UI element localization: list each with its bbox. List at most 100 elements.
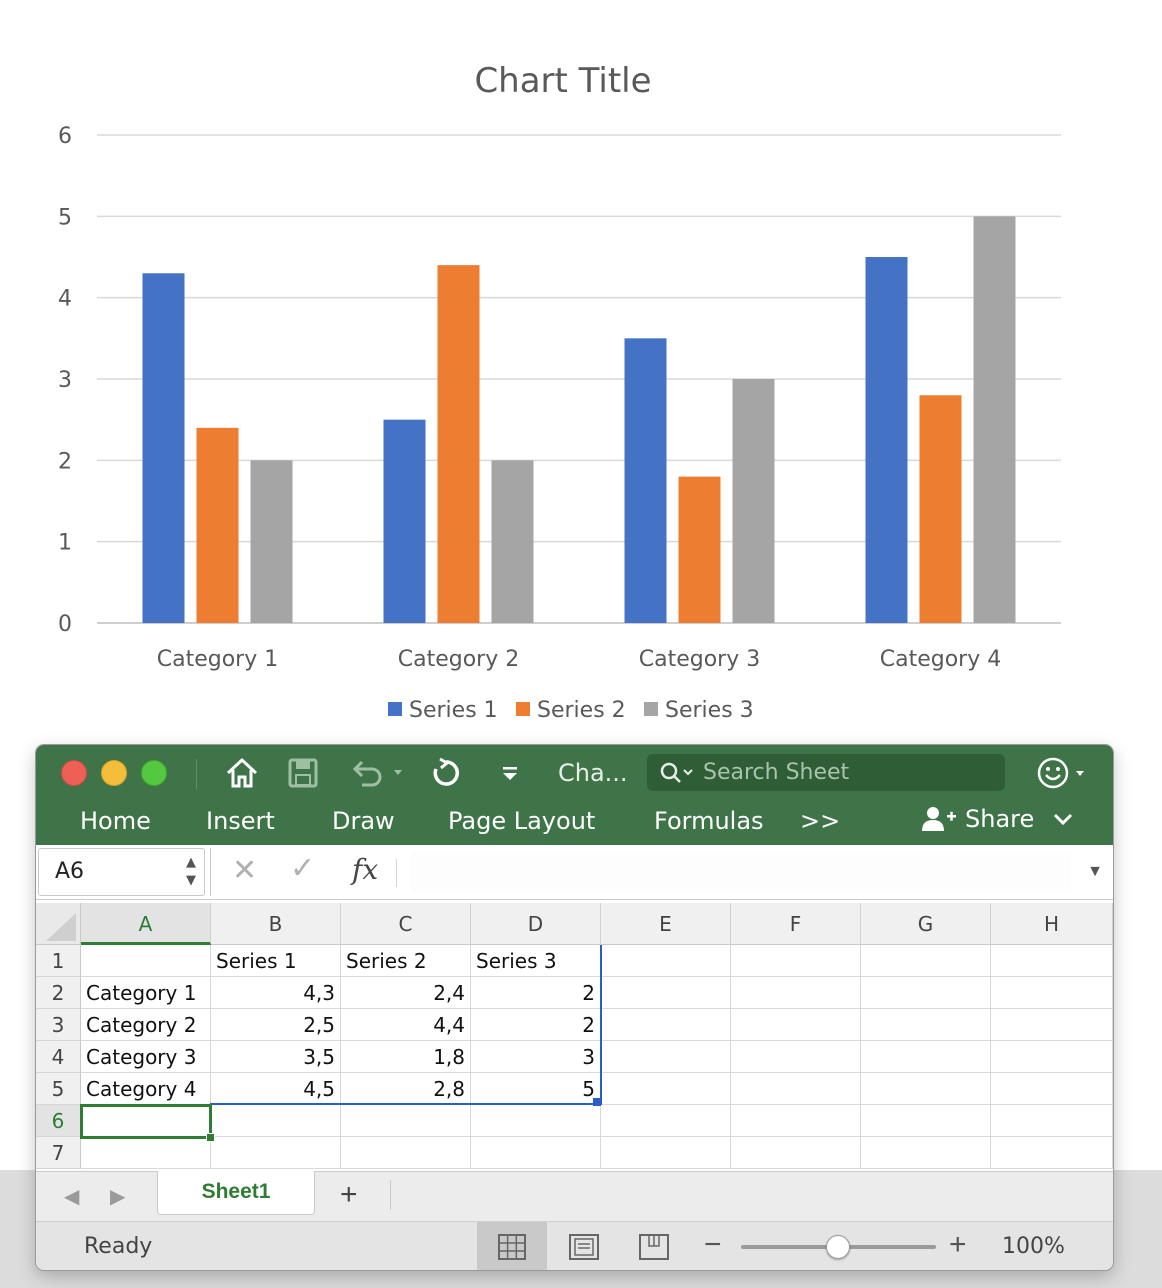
- cell-g6[interactable]: [861, 1105, 991, 1137]
- cell-a2[interactable]: Category 1: [81, 977, 211, 1009]
- save-icon[interactable]: [285, 753, 321, 793]
- add-sheet-button[interactable]: +: [340, 1178, 358, 1212]
- cell-g7[interactable]: [861, 1137, 991, 1169]
- cell-a5[interactable]: Category 4: [81, 1073, 211, 1105]
- bar-series-3-category-4[interactable]: [973, 216, 1016, 624]
- row-header-3[interactable]: 3: [36, 1009, 81, 1041]
- cell-b1[interactable]: Series 1: [211, 945, 341, 977]
- name-box-stepper-icon[interactable]: ▲ ▼: [186, 854, 196, 890]
- cell-b5[interactable]: 4,5: [211, 1073, 341, 1105]
- row-header-4[interactable]: 4: [36, 1041, 81, 1073]
- cell-h6[interactable]: [991, 1105, 1113, 1137]
- close-window-button[interactable]: [61, 760, 87, 786]
- cell-c3[interactable]: 4,4: [341, 1009, 471, 1041]
- customize-toolbar-icon[interactable]: [496, 753, 524, 793]
- column-header-a[interactable]: A: [81, 903, 211, 945]
- tab-home[interactable]: Home: [80, 807, 151, 835]
- cell-c1[interactable]: Series 2: [341, 945, 471, 977]
- page-break-view-button[interactable]: [619, 1222, 689, 1270]
- column-header-b[interactable]: B: [211, 903, 341, 945]
- zoom-out-button[interactable]: −: [704, 1228, 722, 1262]
- tab-draw[interactable]: Draw: [332, 807, 395, 835]
- next-sheet-icon[interactable]: ▶: [110, 1184, 125, 1209]
- cell-f6[interactable]: [731, 1105, 861, 1137]
- cell-f3[interactable]: [731, 1009, 861, 1041]
- cell-a7[interactable]: [81, 1137, 211, 1169]
- range-resize-handle[interactable]: [593, 1098, 601, 1106]
- column-header-g[interactable]: G: [861, 903, 991, 945]
- more-tabs-button[interactable]: >>: [800, 807, 840, 835]
- cell-f7[interactable]: [731, 1137, 861, 1169]
- bar-series-1-category-3[interactable]: [624, 338, 667, 623]
- select-all-button[interactable]: [36, 903, 81, 945]
- sheet-tab-sheet1[interactable]: Sheet1: [157, 1171, 315, 1215]
- share-button[interactable]: Share: [921, 805, 1074, 833]
- cell-d1[interactable]: Series 3: [471, 945, 601, 977]
- cell-g1[interactable]: [861, 945, 991, 977]
- cell-b6[interactable]: [211, 1105, 341, 1137]
- bar-series-1-category-2[interactable]: [383, 419, 426, 623]
- cell-e7[interactable]: [601, 1137, 731, 1169]
- bar-series-1-category-1[interactable]: [142, 273, 185, 623]
- cell-e5[interactable]: [601, 1073, 731, 1105]
- cell-e1[interactable]: [601, 945, 731, 977]
- cell-f4[interactable]: [731, 1041, 861, 1073]
- cell-f2[interactable]: [731, 977, 861, 1009]
- cell-f5[interactable]: [731, 1073, 861, 1105]
- bar-series-2-category-2[interactable]: [437, 265, 480, 623]
- row-header-7[interactable]: 7: [36, 1137, 81, 1169]
- column-header-c[interactable]: C: [341, 903, 471, 945]
- zoom-level[interactable]: 100%: [1002, 1234, 1065, 1259]
- cell-b4[interactable]: 3,5: [211, 1041, 341, 1073]
- cell-d6[interactable]: [471, 1105, 601, 1137]
- cell-c2[interactable]: 2,4: [341, 977, 471, 1009]
- cell-d7[interactable]: [471, 1137, 601, 1169]
- cell-a6[interactable]: [81, 1105, 211, 1137]
- fill-handle[interactable]: [206, 1133, 215, 1142]
- cell-h7[interactable]: [991, 1137, 1113, 1169]
- cell-e2[interactable]: [601, 977, 731, 1009]
- row-header-6[interactable]: 6: [36, 1105, 81, 1137]
- bar-series-2-category-1[interactable]: [196, 427, 239, 623]
- previous-sheet-icon[interactable]: ◀: [64, 1184, 79, 1209]
- home-icon[interactable]: [222, 753, 262, 793]
- column-header-e[interactable]: E: [601, 903, 731, 945]
- cell-h2[interactable]: [991, 977, 1113, 1009]
- redo-icon[interactable]: [428, 753, 464, 793]
- cell-c6[interactable]: [341, 1105, 471, 1137]
- bar-series-3-category-3[interactable]: [732, 379, 775, 623]
- cell-b3[interactable]: 2,5: [211, 1009, 341, 1041]
- row-header-1[interactable]: 1: [36, 945, 81, 977]
- column-header-f[interactable]: F: [731, 903, 861, 945]
- page-layout-view-button[interactable]: [549, 1222, 619, 1270]
- cell-f1[interactable]: [731, 945, 861, 977]
- search-input[interactable]: Search Sheet: [647, 754, 1005, 791]
- formula-input[interactable]: [411, 852, 1071, 892]
- zoom-window-button[interactable]: [141, 760, 167, 786]
- minimize-window-button[interactable]: [101, 760, 127, 786]
- cell-e4[interactable]: [601, 1041, 731, 1073]
- column-header-d[interactable]: D: [471, 903, 601, 945]
- zoom-slider-thumb[interactable]: [826, 1235, 850, 1259]
- cell-h5[interactable]: [991, 1073, 1113, 1105]
- cell-a3[interactable]: Category 2: [81, 1009, 211, 1041]
- cell-c4[interactable]: 1,8: [341, 1041, 471, 1073]
- bar-series-1-category-4[interactable]: [865, 257, 908, 623]
- cell-h1[interactable]: [991, 945, 1113, 977]
- cell-a1[interactable]: [81, 945, 211, 977]
- bar-series-3-category-1[interactable]: [250, 460, 293, 623]
- cell-g2[interactable]: [861, 977, 991, 1009]
- cell-b7[interactable]: [211, 1137, 341, 1169]
- confirm-icon[interactable]: ✓: [290, 851, 315, 886]
- smiley-feedback-icon[interactable]: [1036, 753, 1092, 793]
- column-header-h[interactable]: H: [991, 903, 1113, 945]
- bar-series-2-category-4[interactable]: [919, 395, 962, 623]
- cell-h3[interactable]: [991, 1009, 1113, 1041]
- cell-c5[interactable]: 2,8: [341, 1073, 471, 1105]
- tab-formulas[interactable]: Formulas: [654, 807, 764, 835]
- cell-d5[interactable]: 5: [471, 1073, 601, 1105]
- cell-g3[interactable]: [861, 1009, 991, 1041]
- bar-series-3-category-2[interactable]: [491, 460, 534, 623]
- undo-icon[interactable]: [348, 753, 404, 793]
- cell-d3[interactable]: 2: [471, 1009, 601, 1041]
